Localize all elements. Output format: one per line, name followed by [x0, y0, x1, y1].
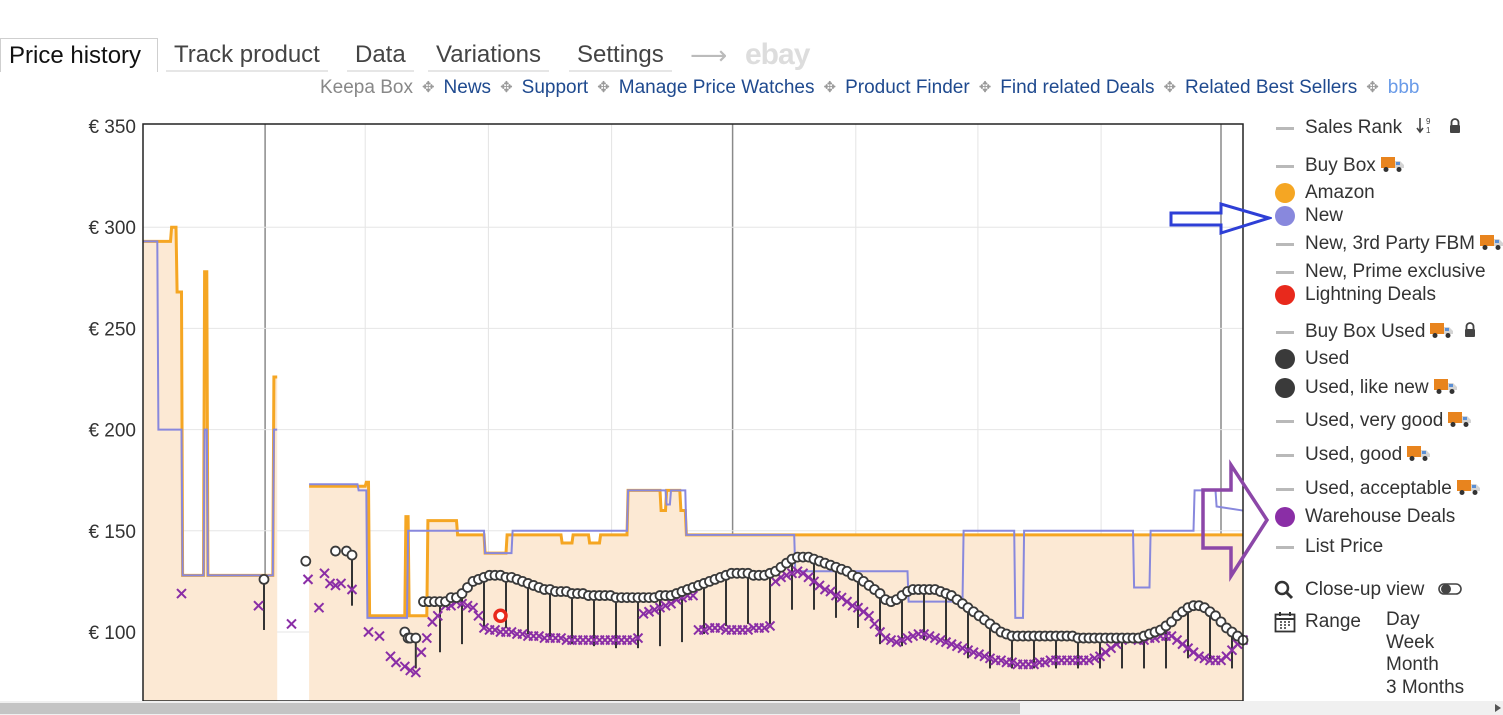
dash-icon: [1276, 243, 1294, 246]
calendar-icon: [1274, 612, 1296, 633]
legend-label: Used, like new: [1305, 377, 1429, 398]
range-options: Day Week Month 3 Months: [1386, 609, 1464, 699]
used-dot-icon: [1275, 349, 1295, 369]
truck-icon: [1380, 157, 1404, 172]
range-option-week[interactable]: Week: [1386, 632, 1464, 655]
svg-text:1: 1: [1426, 126, 1431, 134]
lock-icon: [1449, 118, 1460, 133]
used-price-point: [300, 555, 312, 567]
amazon-dot-icon: [1275, 183, 1295, 203]
dash-icon: [1276, 271, 1294, 274]
truck-icon: [1456, 480, 1480, 495]
horizontal-scrollbar[interactable]: [0, 701, 1503, 715]
legend-label: New: [1305, 205, 1344, 226]
range-option-month[interactable]: Month: [1386, 654, 1464, 677]
scrollbar-thumb[interactable]: [0, 703, 1020, 714]
dash-icon: [1276, 454, 1294, 457]
toggle-icon[interactable]: [1437, 582, 1462, 596]
legend-label: Used: [1305, 348, 1350, 369]
warehouse-dot-icon: [1275, 507, 1295, 527]
used-price-point: [258, 573, 270, 585]
legend-label: New, Prime exclusive: [1305, 261, 1486, 282]
dash-icon: [1276, 488, 1294, 491]
y-tick-label: € 200: [88, 421, 136, 442]
price-history-chart[interactable]: € 350 € 300 € 250 € 200 € 150 € 100: [0, 0, 1272, 715]
truck-icon: [1480, 235, 1503, 250]
legend-label: Used, acceptable: [1305, 478, 1452, 499]
y-axis-ticks: € 350 € 300 € 250 € 200 € 150 € 100: [88, 117, 136, 644]
y-tick-label: € 250: [88, 319, 136, 340]
dash-icon: [1276, 331, 1294, 334]
new-dot-icon: [1275, 206, 1295, 226]
y-tick-label: € 300: [88, 218, 136, 239]
truck-icon: [1433, 379, 1457, 394]
lightning-dot-icon: [1275, 285, 1295, 305]
legend-label: Warehouse Deals: [1305, 506, 1456, 527]
svg-text:9: 9: [1426, 117, 1431, 126]
used-price-point: [410, 632, 422, 644]
used-price-point: [346, 549, 358, 561]
legend-label: Buy Box: [1305, 155, 1376, 176]
truck-icon: [1448, 412, 1472, 427]
range-option-3-months[interactable]: 3 Months: [1386, 677, 1464, 700]
truck-icon: [1407, 446, 1431, 461]
used-price-point: [330, 545, 341, 557]
legend-label: Used, very good: [1305, 410, 1444, 431]
search-icon: [1274, 580, 1294, 600]
closeup-label: Close-up view: [1305, 579, 1425, 600]
dash-icon: [1276, 165, 1294, 168]
range-option-day[interactable]: Day: [1386, 609, 1464, 632]
range-label: Range: [1305, 611, 1361, 632]
lock-icon: [1465, 322, 1476, 337]
lightning-deal-point: [493, 608, 508, 624]
y-tick-label: € 350: [88, 117, 136, 138]
used-like-new-dot-icon: [1275, 378, 1295, 398]
legend-label: Buy Box Used: [1305, 321, 1426, 342]
legend-label: New, 3rd Party FBM: [1305, 233, 1475, 254]
sort-icon: 91: [1416, 117, 1431, 134]
y-tick-label: € 100: [88, 623, 136, 644]
truck-icon: [1430, 323, 1454, 338]
dash-icon: [1276, 127, 1294, 130]
dash-icon: [1276, 546, 1294, 549]
chart-legend: Sales Rank 91 Buy Box Amazon New New, 3r…: [1272, 0, 1503, 715]
y-tick-label: € 150: [88, 522, 136, 543]
legend-label: Used, good: [1305, 444, 1403, 465]
legend-label: Amazon: [1305, 182, 1375, 203]
scroll-right-icon[interactable]: [1495, 704, 1501, 712]
dash-icon: [1276, 420, 1294, 423]
legend-label: List Price: [1305, 536, 1384, 557]
legend-label: Lightning Deals: [1305, 284, 1436, 305]
legend-label: Sales Rank: [1305, 117, 1403, 138]
